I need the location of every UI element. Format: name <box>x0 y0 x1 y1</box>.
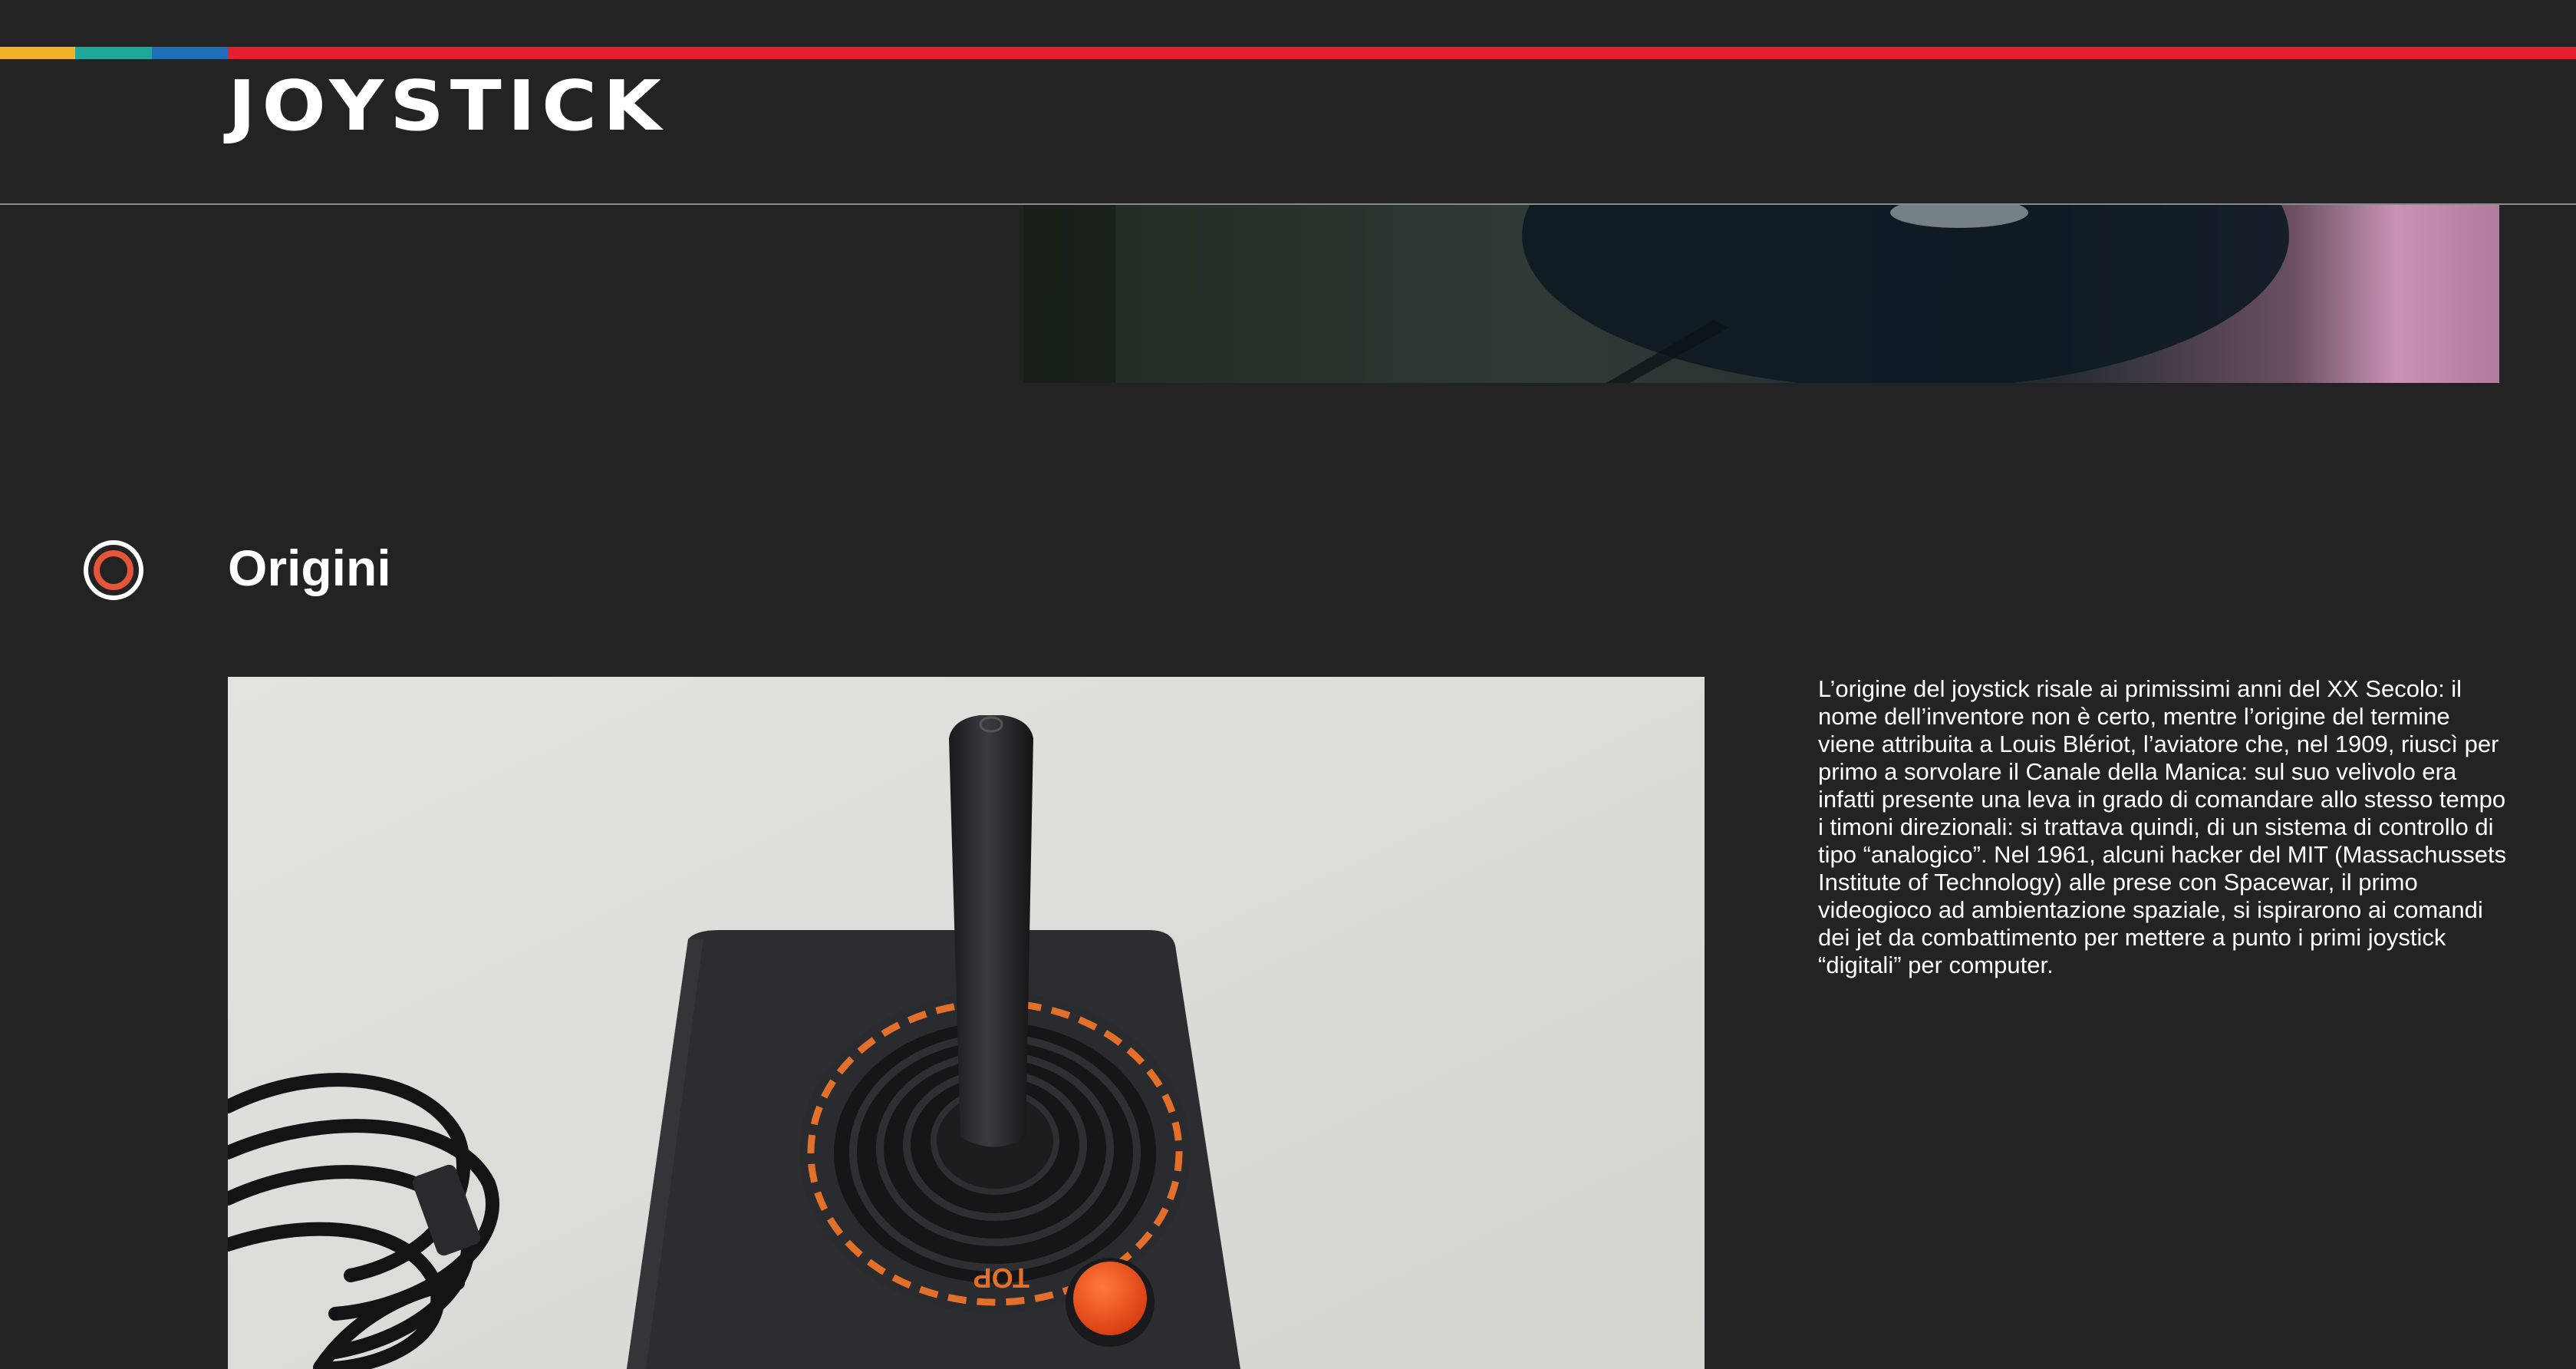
svg-text:TOP: TOP <box>973 1262 1029 1294</box>
strip-teal <box>75 47 152 59</box>
section-body-text: L’origine del joystick risale ai primiss… <box>1818 675 2507 978</box>
section-title: Origini <box>228 539 391 596</box>
strip-blue <box>152 47 228 59</box>
atari-joystick-photo: TOP <box>228 677 1705 1369</box>
video-still-image <box>1023 205 2499 383</box>
color-strip <box>0 47 2576 59</box>
strip-yellow <box>0 47 75 59</box>
hero-image <box>1023 205 2499 383</box>
site-logo[interactable]: JOYSTICK <box>228 68 667 145</box>
header-divider <box>0 203 2576 205</box>
record-circle-icon <box>81 538 146 602</box>
strip-red <box>228 47 2576 59</box>
site-header: JOYSTICK <box>0 0 2576 205</box>
section-photo: TOP <box>228 677 1705 1369</box>
